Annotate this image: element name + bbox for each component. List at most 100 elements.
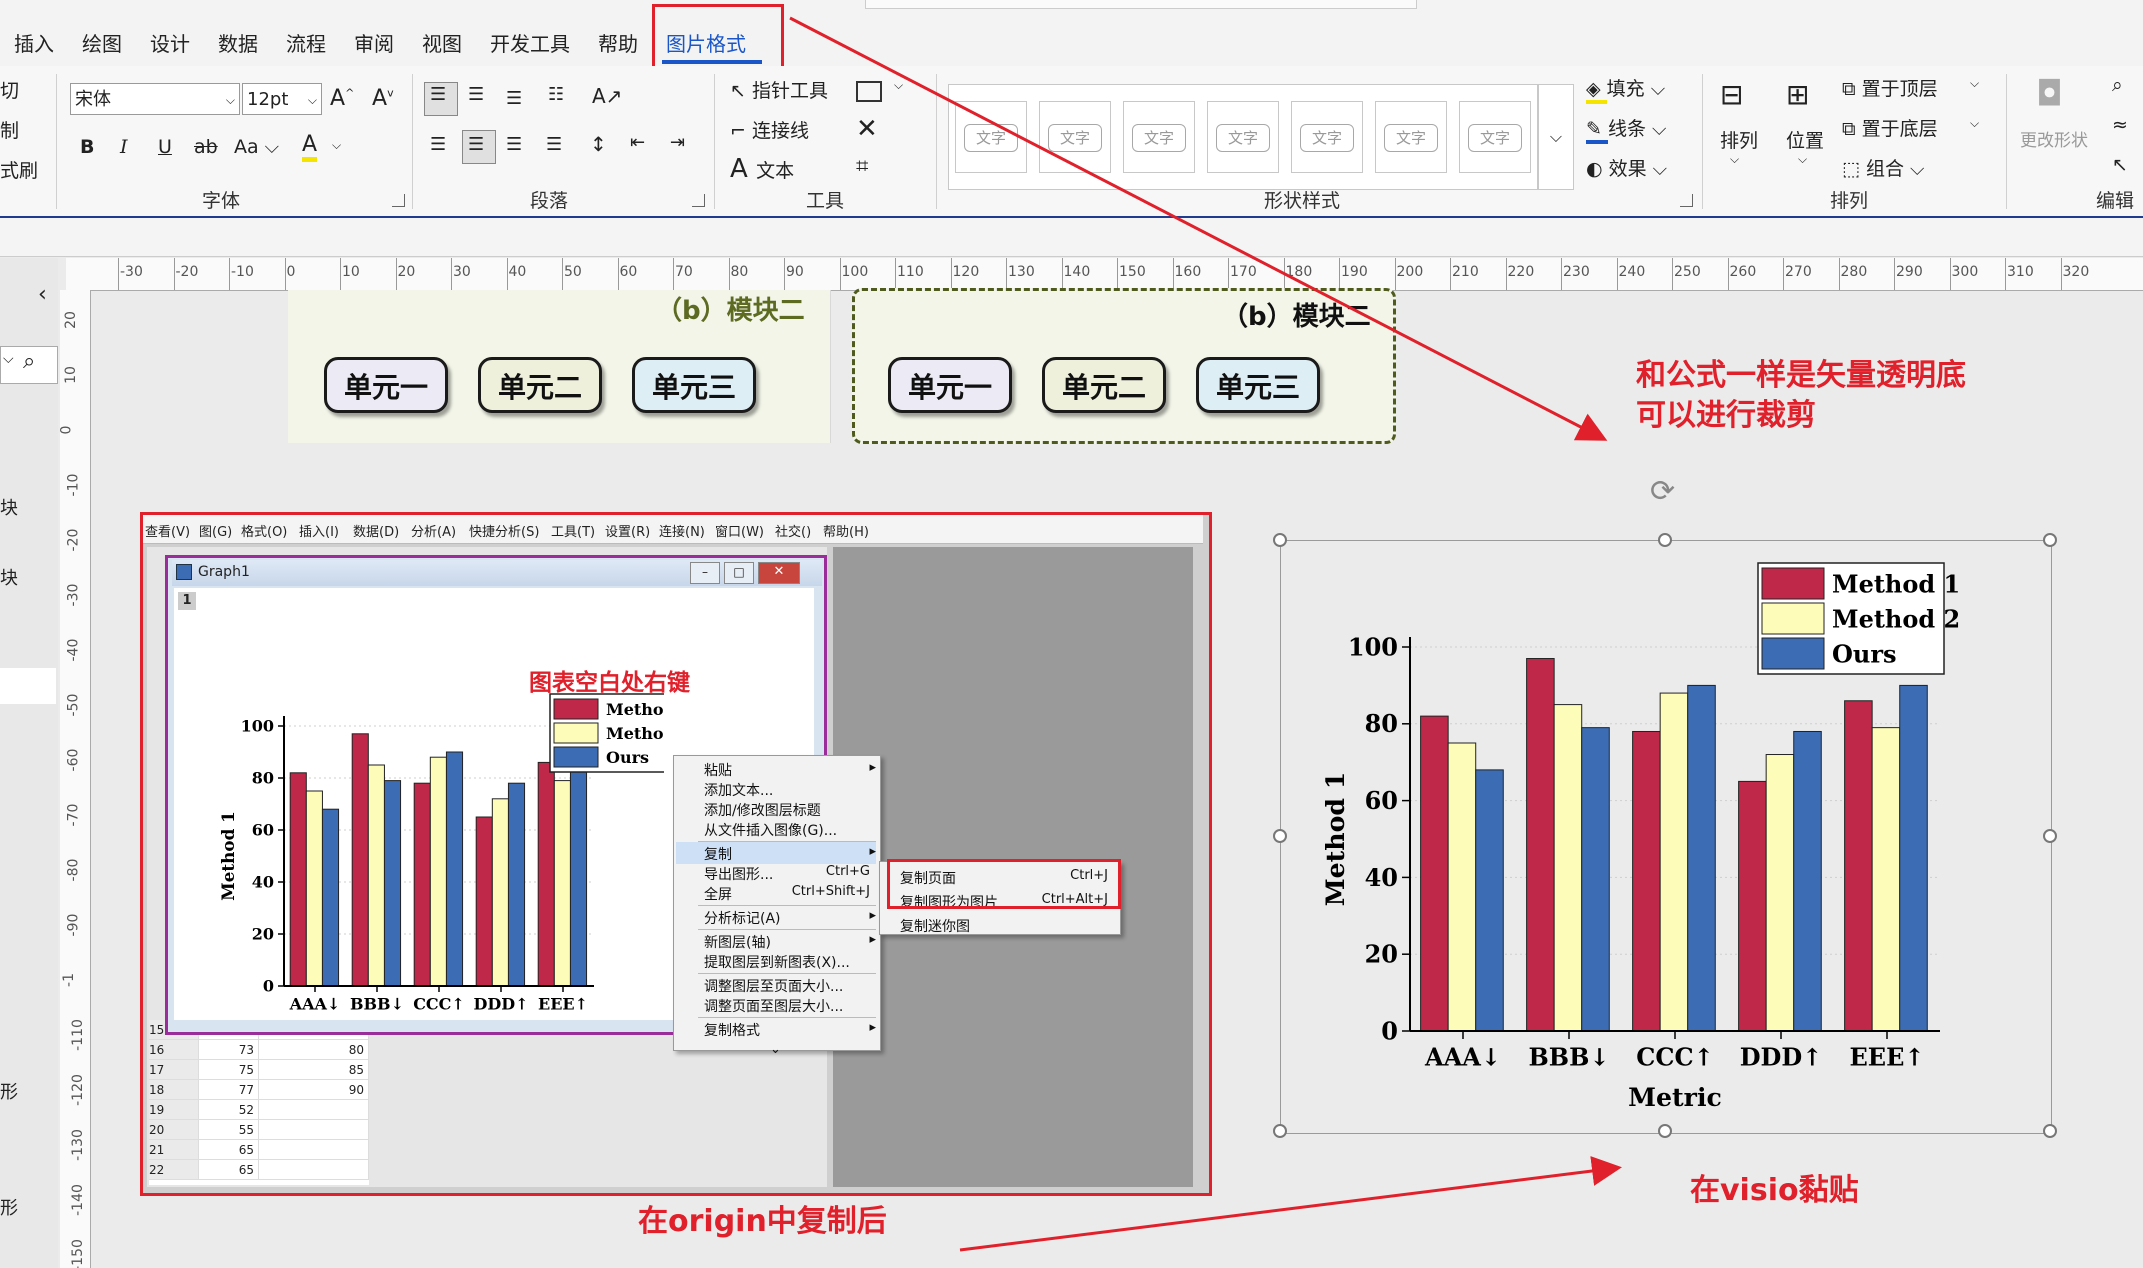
context-menu-item[interactable]: 调整图层至页面大小... <box>704 976 843 996</box>
bold-button[interactable]: B <box>80 136 94 158</box>
context-menu-item[interactable]: 提取图层到新图表(X)... <box>704 952 850 972</box>
italic-button[interactable]: I <box>120 136 128 158</box>
worksheet-cell[interactable] <box>259 1160 369 1180</box>
send-to-back-button[interactable]: ⧉ 置于底层 <box>1842 114 1938 141</box>
worksheet-cell[interactable]: 77 <box>199 1080 259 1100</box>
row-header[interactable]: 22 <box>149 1160 199 1180</box>
origin-menu-item[interactable]: 帮助(H) <box>823 521 869 540</box>
rectangle-icon[interactable] <box>856 81 882 102</box>
search-icon[interactable]: ⌕ <box>2112 74 2123 96</box>
arrange-icon[interactable]: ⊟ <box>1720 78 1743 111</box>
origin-menu-item[interactable]: 工具(T) <box>551 521 595 540</box>
origin-menu-item[interactable]: 社交() <box>775 521 811 540</box>
tab-process[interactable]: 流程 <box>286 28 326 57</box>
resize-handle[interactable] <box>1273 1124 1287 1138</box>
rotate-handle-icon[interactable]: ⟳ <box>1650 474 1675 509</box>
module-right-cell-3[interactable]: 单元三 <box>1196 357 1320 413</box>
context-menu-item[interactable]: 添加/修改图层标题 <box>704 800 821 820</box>
chevron-down-icon[interactable]: ⌵ <box>1730 152 1739 167</box>
resize-handle[interactable] <box>2043 533 2057 547</box>
shape-style-1[interactable]: 文字 <box>955 101 1027 173</box>
chevron-down-icon[interactable]: ⌵ <box>1798 152 1807 167</box>
tab-developer[interactable]: 开发工具 <box>490 28 570 57</box>
group-button[interactable]: ⬚ 组合 ⌵ <box>1842 154 1924 181</box>
worksheet-cell[interactable] <box>259 1100 369 1120</box>
stencil-item[interactable]: 形 <box>0 1194 18 1220</box>
worksheet-cell[interactable]: 85 <box>259 1060 369 1080</box>
bullets-icon[interactable]: ☷ <box>548 84 564 105</box>
row-header[interactable]: 16 <box>149 1040 199 1060</box>
tab-data[interactable]: 数据 <box>218 28 258 57</box>
visio-chart[interactable]: 0 20 40 60 80 100 AAA↓ BBB↓ CCC↑ DDD↑ EEE↑ Metric Me… <box>1300 550 2000 1120</box>
submenu-item[interactable]: 复制迷你图 <box>900 916 970 936</box>
resize-handle[interactable] <box>1273 533 1287 547</box>
case-button[interactable]: Aa ⌵ <box>234 136 279 158</box>
shrink-font-button[interactable]: Av <box>372 86 394 111</box>
stencil-item[interactable]: 块 <box>0 494 18 520</box>
gallery-more-button[interactable]: ⌵ <box>1538 84 1574 190</box>
align-bottom-icon[interactable]: ☰ <box>506 88 522 109</box>
context-menu-item[interactable]: 粘贴 <box>704 760 732 780</box>
context-menu-item[interactable]: 导出图形... <box>704 864 773 884</box>
underline-button[interactable]: U <box>158 136 172 158</box>
worksheet-cell[interactable] <box>259 1140 369 1160</box>
worksheet-cell[interactable]: 80 <box>259 1040 369 1060</box>
arrange-button-label[interactable]: 排列 <box>1720 126 1758 153</box>
clipboard-format-painter[interactable]: 式刷 <box>0 156 38 183</box>
clipboard-copy[interactable]: 制 <box>0 116 19 143</box>
context-menu-item[interactable]: 复制 <box>704 844 732 864</box>
chevron-down-icon[interactable]: ⌵ <box>1970 76 1979 91</box>
origin-menu-item[interactable]: 格式(O) <box>241 521 287 540</box>
resize-handle[interactable] <box>2043 829 2057 843</box>
menu-expand-icon[interactable]: ⌄ <box>770 1042 781 1057</box>
font-name-combo[interactable]: 宋体 ⌵ <box>70 83 240 115</box>
maximize-icon[interactable]: □ <box>724 562 754 584</box>
line-button[interactable]: ✎ 线条 ⌵ <box>1586 114 1666 144</box>
grow-font-button[interactable]: A^ <box>330 86 354 111</box>
font-size-combo[interactable]: 12pt ⌵ <box>242 83 322 115</box>
module-right-cell-1[interactable]: 单元一 <box>888 357 1012 413</box>
font-dialog-launcher-icon[interactable] <box>392 194 405 207</box>
strikethrough-button[interactable]: ab <box>194 136 218 158</box>
resize-handle[interactable] <box>1658 533 1672 547</box>
origin-menu-item[interactable]: 快捷分析(S) <box>469 521 539 540</box>
tab-review[interactable]: 审阅 <box>354 28 394 57</box>
origin-menu-item[interactable]: 分析(A) <box>411 521 456 540</box>
shape-style-3[interactable]: 文字 <box>1123 101 1195 173</box>
effect-button[interactable]: ◐ 效果 ⌵ <box>1586 154 1667 181</box>
clipboard-cut[interactable]: 切 <box>0 76 19 103</box>
context-menu-item[interactable]: 从文件插入图像(G)... <box>704 820 837 840</box>
graph-titlebar[interactable]: Graph1 – □ ✕ <box>172 560 822 586</box>
connector-tool-button[interactable]: ⌐ 连接线 <box>730 116 809 143</box>
shape-search-input[interactable]: ⌵ ⌕ <box>0 346 58 384</box>
minimize-icon[interactable]: – <box>690 562 720 584</box>
shape-style-4[interactable]: 文字 <box>1207 101 1279 173</box>
module-left-cell-1[interactable]: 单元一 <box>324 357 448 413</box>
collapse-pane-icon[interactable]: ‹ <box>38 282 47 307</box>
row-header[interactable]: 19 <box>149 1100 199 1120</box>
row-header[interactable]: 20 <box>149 1120 199 1140</box>
module-right-cell-2[interactable]: 单元二 <box>1042 357 1166 413</box>
font-color-button[interactable]: A <box>302 132 318 162</box>
tab-insert[interactable]: 插入 <box>14 28 54 57</box>
text-tool-button[interactable]: A 文本 <box>730 154 794 184</box>
module-left-cell-3[interactable]: 单元三 <box>632 357 756 413</box>
chevron-down-icon[interactable]: ⌵ <box>894 78 903 93</box>
worksheet-cell[interactable]: 73 <box>199 1040 259 1060</box>
origin-menu-item[interactable]: 查看(V) <box>145 521 190 540</box>
origin-worksheet[interactable]: 1572751673801775851877901952205521652265 <box>149 1020 369 1185</box>
close-icon[interactable]: ✕ <box>758 562 800 584</box>
resize-handle[interactable] <box>1658 1124 1672 1138</box>
worksheet-cell[interactable]: 65 <box>199 1140 259 1160</box>
select-icon[interactable]: ↖ <box>2112 154 2128 176</box>
stencil-item[interactable]: 形 <box>0 1078 18 1104</box>
origin-chart[interactable]: 020406080100AAA↓BBB↓CCC↑DDD↑EEE↑MetricMe… <box>194 596 664 1016</box>
tab-help[interactable]: 帮助 <box>598 28 638 57</box>
origin-menu-item[interactable]: 连接(N) <box>659 521 705 540</box>
fill-button[interactable]: ◈ 填充 ⌵ <box>1586 74 1665 104</box>
text-direction-icon[interactable]: A↗ <box>592 84 622 108</box>
origin-menu-item[interactable]: 窗口(W) <box>715 521 764 540</box>
position-button-label[interactable]: 位置 <box>1786 126 1824 153</box>
worksheet-cell[interactable] <box>259 1120 369 1140</box>
decrease-indent-icon[interactable]: ⇤ <box>630 132 645 153</box>
